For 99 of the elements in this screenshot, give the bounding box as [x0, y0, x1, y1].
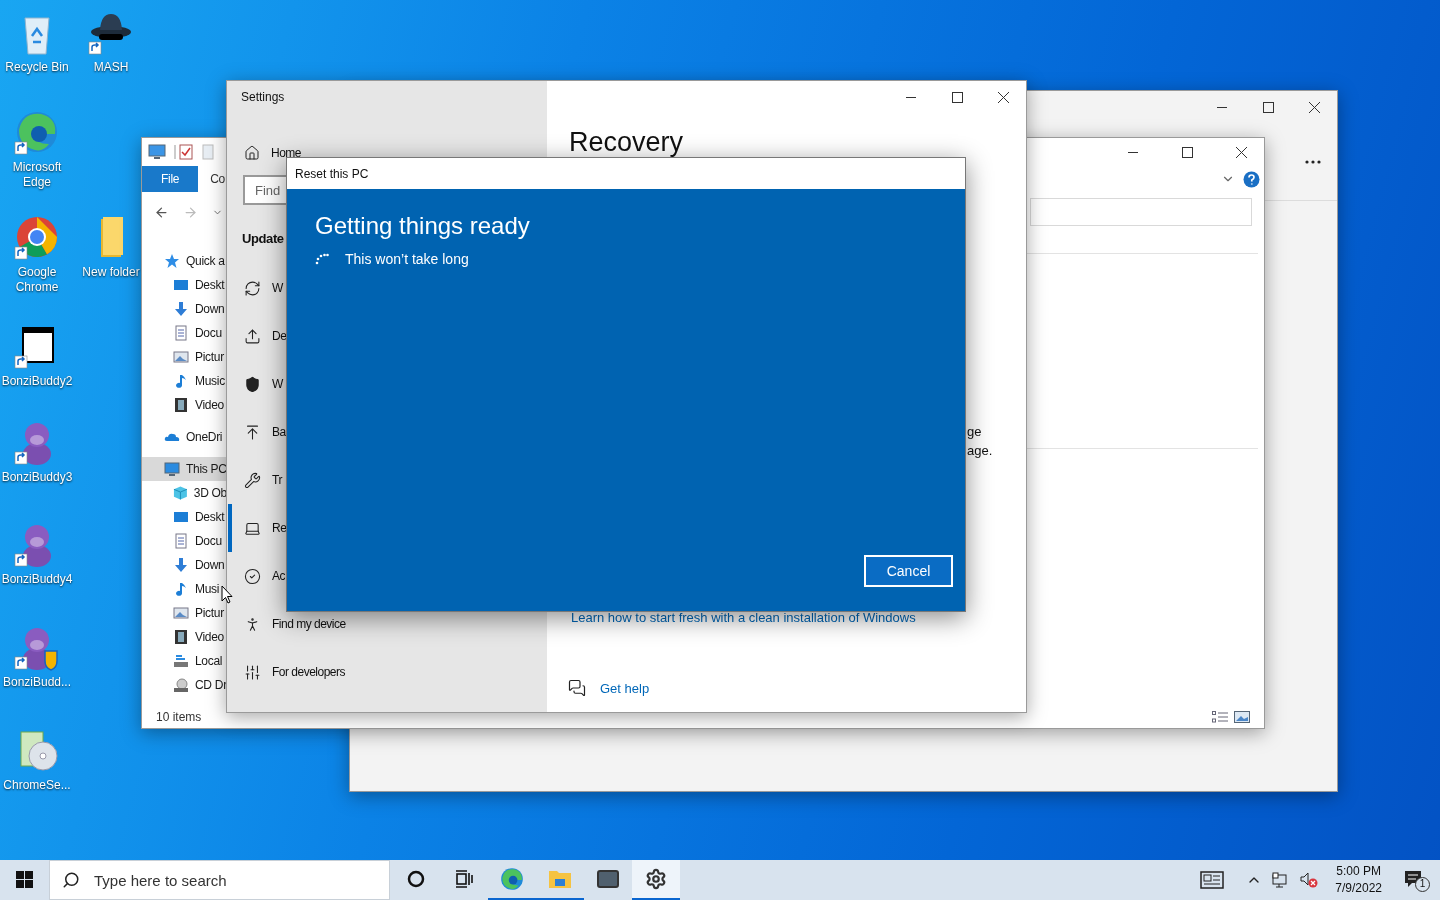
newspaper-icon — [1200, 871, 1225, 889]
document-icon — [173, 533, 189, 549]
upload-icon — [244, 327, 261, 345]
search-icon — [62, 871, 80, 889]
section-heading: Update — [242, 231, 284, 246]
close-icon — [997, 91, 1009, 103]
nav-item[interactable]: W — [228, 264, 283, 312]
tree-item[interactable]: Pictur — [142, 601, 227, 625]
nav-item[interactable]: Ba — [228, 408, 286, 456]
maximize-icon — [1262, 101, 1274, 113]
muted-speaker-icon — [1300, 872, 1319, 888]
computer-icon — [164, 461, 180, 477]
thumbnail-view-icon[interactable] — [1234, 711, 1250, 723]
check-circle-icon — [244, 567, 261, 585]
tree-item[interactable]: Docu — [142, 321, 227, 345]
status-text: 10 items — [155, 710, 202, 724]
arrow-up-icon — [244, 423, 261, 441]
notifications-button[interactable]: 1 — [1396, 860, 1440, 900]
settings-icon — [645, 868, 667, 890]
monitor-icon — [173, 509, 189, 525]
download-icon — [173, 301, 189, 317]
computer-icon[interactable] — [148, 144, 166, 160]
task-view-icon — [455, 870, 473, 888]
clock[interactable]: 5:00 PM 7/9/2022 — [1327, 863, 1390, 897]
window-title: Settings — [240, 89, 286, 106]
star-icon — [164, 253, 180, 269]
music-note-icon — [173, 373, 189, 389]
windows-logo-icon — [15, 870, 33, 888]
home-nav-item[interactable]: Home — [228, 137, 301, 169]
tree-item[interactable]: Deskt — [142, 273, 227, 297]
cube-icon — [173, 485, 188, 501]
dialog-title: Reset this PC — [295, 166, 369, 181]
tree-item[interactable]: Down — [142, 297, 227, 321]
download-icon — [173, 557, 189, 573]
tree-item[interactable]: Local — [142, 649, 227, 673]
nav-item[interactable]: For developers — [228, 648, 346, 696]
disc-icon — [173, 677, 189, 693]
tree-item[interactable]: Quick a — [142, 249, 227, 273]
maximize-icon — [951, 91, 963, 103]
nav-item[interactable]: De — [228, 312, 287, 360]
tree-item[interactable]: Pictur — [142, 345, 227, 369]
sync-icon — [244, 279, 261, 297]
minimize-icon — [1128, 151, 1138, 153]
wrench-icon — [244, 471, 261, 489]
tree-item[interactable]: Deskt — [142, 505, 227, 529]
help-link[interactable]: Learn how to start fresh with a clean installation of Windows — [547, 610, 1026, 625]
music-note-icon — [173, 581, 189, 597]
film-icon — [173, 629, 189, 645]
search-field[interactable]: Type here to search — [49, 860, 390, 900]
status-text: This won’t take long — [345, 251, 469, 267]
details-view-icon[interactable] — [1212, 711, 1228, 723]
home-icon — [244, 145, 260, 161]
film-icon — [173, 397, 189, 413]
minimize-icon — [906, 96, 916, 98]
cancel-button[interactable]: Cancel — [864, 555, 953, 587]
folder-icon — [548, 868, 572, 890]
ribbon-tab[interactable]: File — [142, 166, 199, 192]
minimize-icon — [1217, 106, 1227, 108]
nav-item[interactable]: Tr — [228, 456, 282, 504]
close-icon — [1308, 101, 1320, 113]
tree-item[interactable]: This PC — [142, 457, 227, 481]
search-input[interactable]: Type here to search — [92, 870, 389, 890]
circle-icon — [407, 870, 425, 888]
checklist-icon[interactable] — [174, 144, 194, 160]
document-icon — [173, 325, 189, 341]
maximize-icon — [1181, 146, 1193, 158]
picture-icon — [173, 605, 189, 621]
spinner-icon — [315, 253, 329, 265]
tree-item[interactable]: Docu — [142, 529, 227, 553]
close-icon — [1235, 146, 1247, 158]
time-text: 5:00 PM — [1336, 863, 1381, 880]
search-field[interactable] — [1030, 198, 1252, 226]
drive-icon — [173, 653, 189, 669]
get-help-link[interactable]: Get help — [568, 679, 650, 697]
nav-item[interactable]: Ac — [228, 552, 285, 600]
envelope-icon — [596, 867, 620, 891]
ribbon-tab[interactable]: Co — [198, 166, 225, 192]
tree-item[interactable]: Video — [142, 393, 227, 417]
taskbar-button[interactable] — [632, 860, 680, 900]
more-icon[interactable] — [1305, 159, 1321, 164]
date-text: 7/9/2022 — [1335, 880, 1382, 897]
page-title: Recovery — [568, 127, 685, 157]
swirl-logo-icon — [499, 866, 525, 892]
picture-icon — [173, 349, 189, 365]
tree-item[interactable]: Down — [142, 553, 227, 577]
shield-icon — [244, 375, 261, 393]
dialog-heading: Getting things ready — [315, 211, 531, 241]
tree-item[interactable]: Music — [142, 369, 227, 393]
tree-item[interactable]: CD Dr — [142, 673, 227, 697]
chat-icon — [568, 679, 586, 697]
sliders-icon — [244, 663, 261, 681]
help-icon[interactable] — [1243, 170, 1260, 188]
nav-item[interactable]: W — [228, 360, 283, 408]
monitor-icon — [173, 277, 189, 293]
notification-count: 1 — [1415, 877, 1430, 892]
body-text: ge — [967, 423, 983, 441]
body-text: age. — [967, 442, 994, 460]
tree-item[interactable]: OneDri — [142, 425, 227, 449]
tree-item[interactable]: Video — [142, 625, 227, 649]
